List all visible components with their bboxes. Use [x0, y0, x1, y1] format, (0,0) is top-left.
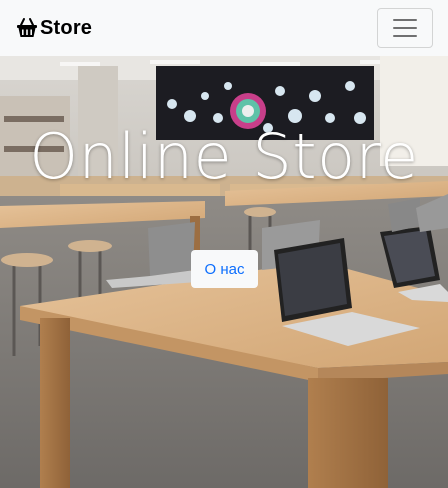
brand-link[interactable]: Store	[16, 17, 92, 40]
navbar-toggler-button[interactable]	[377, 8, 433, 48]
brand-text: Store	[40, 16, 93, 39]
hero-section: Online Store О нас	[0, 56, 448, 488]
navbar: Store	[0, 0, 448, 56]
hamburger-menu-icon	[393, 19, 417, 37]
hero-title: Online Store	[29, 120, 419, 193]
about-us-button[interactable]: О нас	[191, 250, 258, 288]
basket-icon	[16, 17, 38, 39]
